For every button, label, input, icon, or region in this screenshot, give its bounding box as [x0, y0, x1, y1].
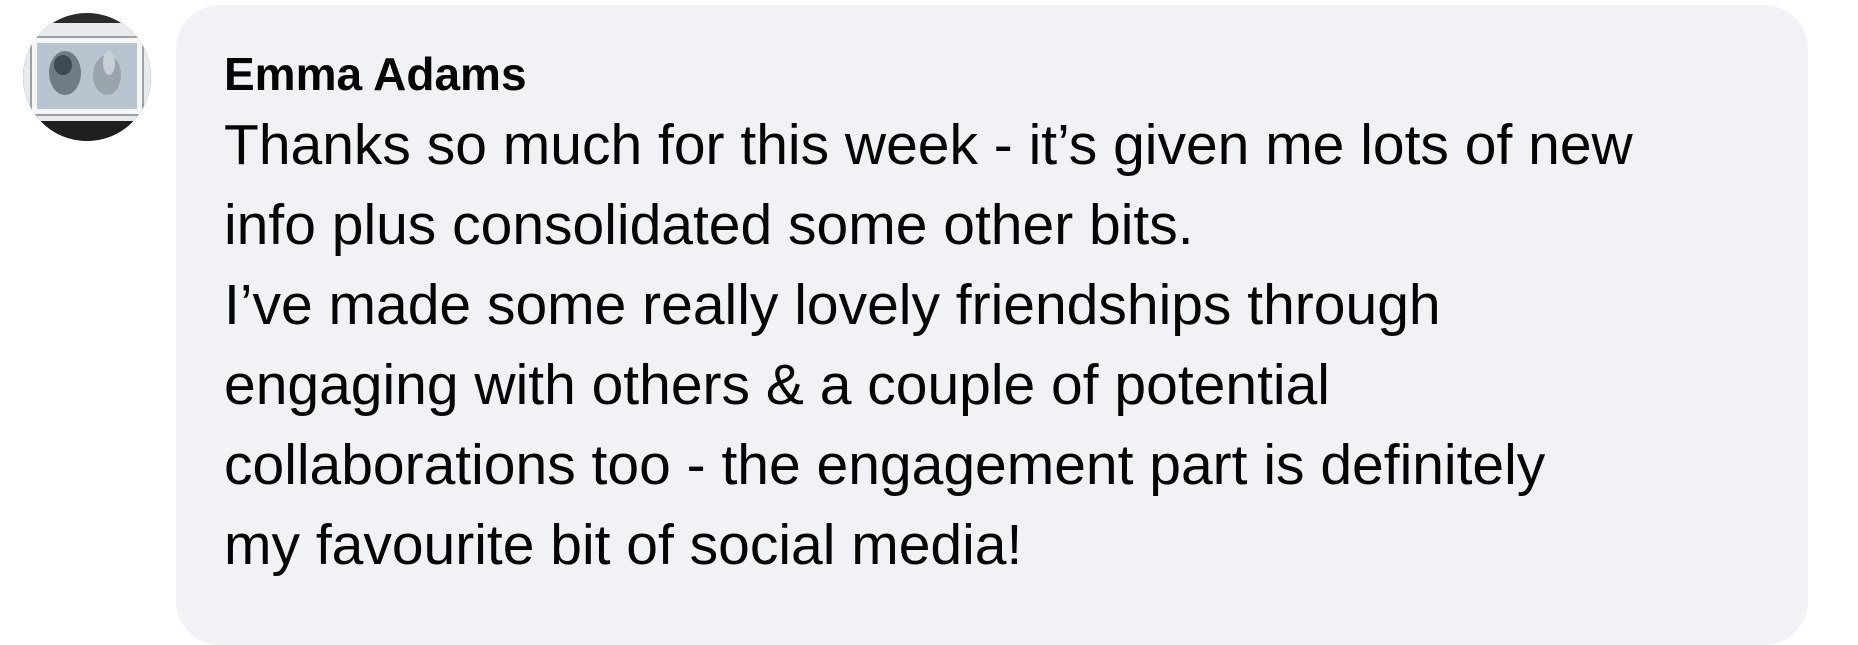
avatar[interactable]	[23, 13, 151, 141]
comment-bubble: Emma Adams Thanks so much for this week …	[176, 5, 1808, 645]
comment-text-line: I’ve made some really lovely friendships…	[224, 273, 1441, 337]
comment: Emma Adams Thanks so much for this week …	[0, 0, 1858, 645]
avatar-image	[23, 13, 151, 141]
comment-text-line: Thanks so much for this week - it’s give…	[224, 113, 1633, 177]
comment-text-line: collaborations too - the engagement part…	[224, 433, 1546, 497]
comment-author-name[interactable]: Emma Adams	[224, 43, 527, 105]
comment-text: Thanks so much for this week - it’s give…	[224, 105, 1768, 585]
comment-text-line: my favourite bit of social media!	[224, 513, 1023, 577]
comment-text-line: engaging with others & a couple of poten…	[224, 353, 1330, 417]
comment-text-line: info plus consolidated some other bits.	[224, 193, 1194, 257]
